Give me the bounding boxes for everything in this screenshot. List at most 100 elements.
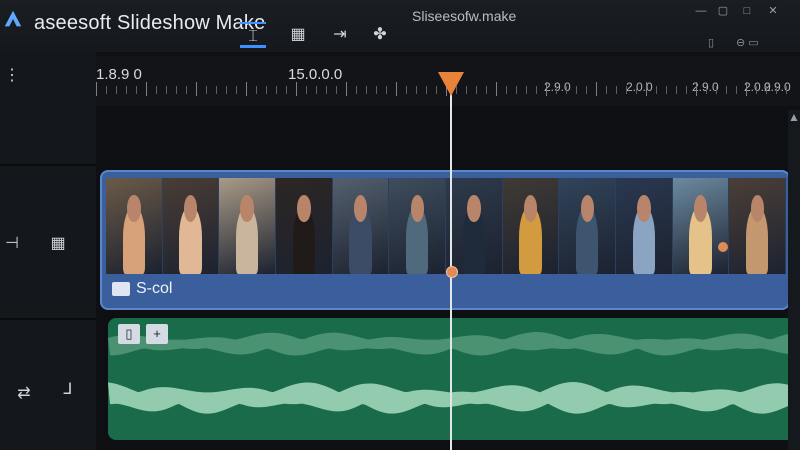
ruler-tick (466, 86, 467, 94)
audio-clip-icon[interactable]: ▯ (118, 324, 140, 344)
ruler-tick (646, 82, 647, 96)
thumbnail (502, 178, 560, 274)
close-icon: ✕ (768, 5, 778, 17)
track-header-panel: ⋮ ⊣ ▦ ⇄ ⅃ (0, 52, 96, 450)
restore-button[interactable]: ▢ (716, 4, 730, 18)
ruler-tick (616, 86, 617, 94)
thumbnail (672, 178, 730, 274)
trim-icon: ⇥ (333, 26, 347, 43)
keyframe-marker[interactable] (718, 242, 728, 252)
thumbnail (559, 178, 617, 274)
layout-tool-button[interactable]: ▦ (285, 22, 311, 48)
ruler-tick (156, 86, 157, 94)
clip-icon: ▯ (125, 326, 133, 341)
ruler-tick (346, 82, 347, 96)
settings-icon[interactable]: ⊖ ▭ (736, 36, 759, 49)
thumbnail (389, 178, 447, 274)
ruler-tick (116, 86, 117, 94)
ruler-tick (436, 86, 437, 94)
ruler-tick (726, 86, 727, 94)
ruler-tick (786, 86, 787, 94)
ruler-tick (736, 86, 737, 94)
thumbnail (276, 178, 333, 274)
thumbnail (162, 178, 220, 274)
ruler-tick (516, 86, 517, 94)
ruler-tick (256, 86, 257, 94)
ruler-tick (136, 86, 137, 94)
app-logo-icon (4, 10, 22, 27)
ruler-tick (506, 86, 507, 94)
playhead-handle[interactable] (438, 72, 464, 96)
split-icon: ⌶ (248, 28, 258, 45)
vertical-scrollbar[interactable]: ▲ (788, 110, 800, 450)
ruler-tick (546, 82, 547, 96)
ruler-tick (476, 86, 477, 94)
ruler-tick (676, 86, 677, 94)
playhead-knob[interactable] (446, 266, 458, 278)
ruler-tick (716, 86, 717, 94)
ruler-tick (386, 86, 387, 94)
effects-tool-button[interactable]: ✤ (367, 22, 393, 48)
ruler-tick (626, 86, 627, 94)
track-divider (0, 164, 96, 166)
ruler-tick (186, 86, 187, 94)
track-lock-icon[interactable]: ⊣ (0, 232, 24, 256)
split-tool-button[interactable]: ⌶ (240, 22, 266, 48)
clip-label-text: S-col (136, 280, 173, 297)
ruler-tick (536, 86, 537, 94)
ruler-tick (276, 86, 277, 94)
audio-mute-icon[interactable]: ⅃ (56, 378, 80, 402)
track-grid-icon[interactable]: ▦ (46, 232, 70, 256)
ruler-tick (776, 86, 777, 94)
minimize-icon: — (695, 5, 707, 17)
thumbnail (729, 178, 787, 274)
ruler-tick (196, 82, 197, 96)
close-button[interactable]: ✕ (766, 4, 780, 18)
effects-icon: ✤ (373, 26, 387, 43)
ruler-tick (216, 86, 217, 94)
audio-link-icon[interactable]: ⇄ (12, 382, 36, 406)
ruler-tick (326, 86, 327, 94)
restore-icon: ▢ (717, 5, 729, 17)
ruler-tick (606, 86, 607, 94)
ruler-tick (656, 86, 657, 94)
ruler-tick (106, 86, 107, 94)
video-track-clip[interactable]: S-col (100, 170, 790, 310)
ruler-tick (526, 86, 527, 94)
add-audio-button[interactable]: + (146, 324, 168, 344)
ruler-tick (496, 82, 497, 96)
ruler-tick (176, 86, 177, 94)
ruler-tick (486, 86, 487, 94)
maximize-button[interactable]: □ (740, 4, 754, 18)
title-bar: aseesoft Slideshow Make ⌶ ▦ ⇥ ✤ Sliseeso… (0, 0, 800, 52)
ruler-tick (316, 86, 317, 94)
maximize-icon: □ (743, 5, 751, 17)
ruler-tick (416, 86, 417, 94)
ruler-label: 1.8.9 0 (96, 66, 142, 83)
ruler-tick (366, 86, 367, 94)
ruler-label: 15.0.0.0 (288, 66, 343, 83)
menu-icon[interactable]: ⋮ (0, 64, 24, 88)
ruler-tick (596, 82, 597, 96)
ruler-tick (286, 86, 287, 94)
ruler-tick (756, 86, 757, 94)
ruler-tick (336, 86, 337, 94)
thumbnail (219, 178, 277, 274)
ruler-tick (376, 86, 377, 94)
ruler-tick (706, 86, 707, 94)
ruler-tick (296, 82, 297, 96)
device-icon[interactable]: ▯ (708, 36, 714, 49)
clip-name: S-col (112, 280, 172, 298)
thumbnail (332, 178, 390, 274)
ruler-tick (586, 86, 587, 94)
ruler-tick (126, 86, 127, 94)
ruler-tick (146, 82, 147, 96)
trim-tool-button[interactable]: ⇥ (327, 22, 353, 48)
scroll-up-icon[interactable]: ▲ (788, 110, 800, 124)
ruler-tick (96, 82, 97, 96)
minimize-button[interactable]: — (694, 4, 708, 18)
thumbnail (106, 178, 163, 274)
ruler-label: 2.0.0 (626, 80, 653, 94)
ruler-tick (566, 86, 567, 94)
thumbnail (616, 178, 673, 274)
